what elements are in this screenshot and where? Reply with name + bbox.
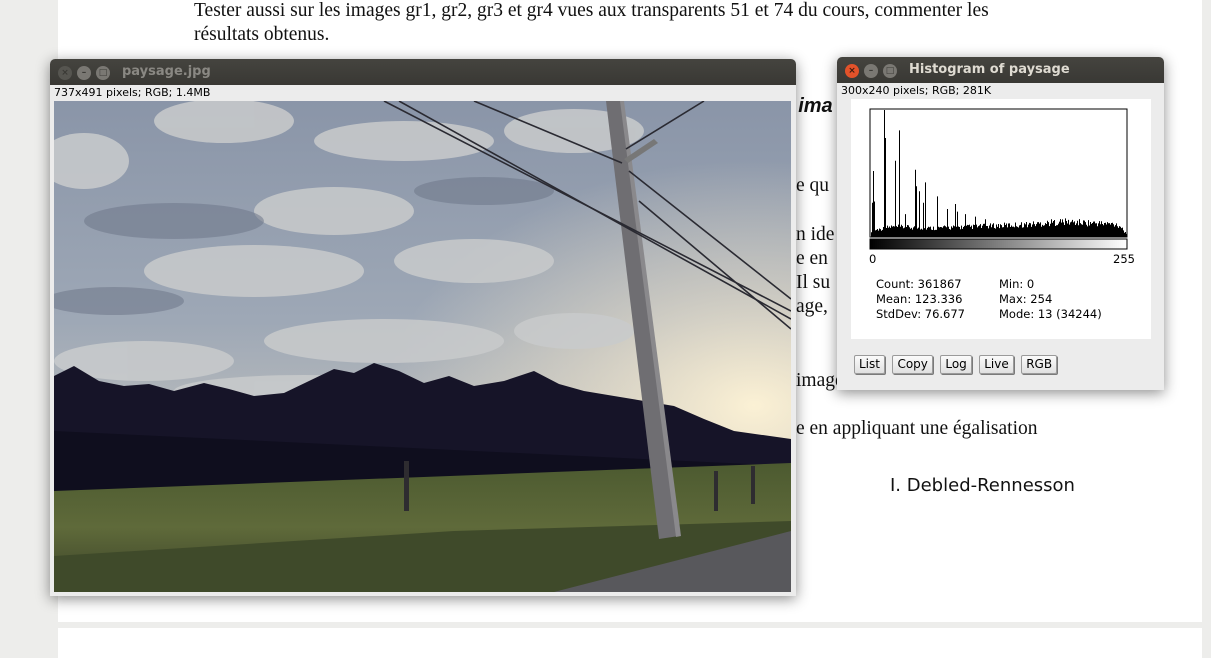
doc-fragment: Il su xyxy=(796,272,831,293)
landscape-photo-graphic xyxy=(54,101,791,592)
log-button[interactable]: Log xyxy=(940,355,972,374)
window-title: paysage.jpg xyxy=(122,64,211,79)
intensity-gradient-bar xyxy=(869,238,1128,250)
list-button[interactable]: List xyxy=(854,355,885,374)
minimize-icon[interactable]: – xyxy=(864,64,878,78)
stat-max: Max: 254 xyxy=(999,292,1053,306)
doc-signature: I. Debled-Rennesson xyxy=(890,475,1075,496)
histogram-window-titlebar[interactable]: × – □ Histogram of paysage xyxy=(837,57,1164,83)
stat-min: Min: 0 xyxy=(999,277,1035,291)
document-next-page xyxy=(58,628,1202,658)
doc-line-2: résultats obtenus. xyxy=(194,24,330,45)
copy-button[interactable]: Copy xyxy=(892,355,933,374)
doc-fragment: e en xyxy=(796,248,828,269)
maximize-icon[interactable]: □ xyxy=(96,66,110,80)
axis-max-label: 255 xyxy=(1113,252,1135,266)
stat-stddev: StdDev: 76.677 xyxy=(876,307,965,321)
window-title: Histogram of paysage xyxy=(909,62,1070,77)
doc-fragment: e qu xyxy=(796,175,830,196)
close-icon[interactable]: × xyxy=(845,64,859,78)
doc-fragment: n ide xyxy=(796,224,835,245)
doc-fragment: e en appliquant une égalisation xyxy=(796,418,1038,439)
image-info: 737x491 pixels; RGB; 1.4MB xyxy=(54,86,211,99)
landscape-photo[interactable] xyxy=(54,101,791,592)
histogram-button-row: List Copy Log Live RGB xyxy=(854,355,1060,374)
doc-line-1: Tester aussi sur les images gr1, gr2, gr… xyxy=(194,0,989,21)
close-icon[interactable]: × xyxy=(58,66,72,80)
stat-mode: Mode: 13 (34244) xyxy=(999,307,1102,321)
histogram-frame xyxy=(869,108,1128,238)
minimize-icon[interactable]: – xyxy=(77,66,91,80)
rgb-button[interactable]: RGB xyxy=(1021,355,1058,374)
stat-count: Count: 361867 xyxy=(876,277,962,291)
histogram-info: 300x240 pixels; RGB; 281K xyxy=(841,84,992,97)
live-button[interactable]: Live xyxy=(979,355,1014,374)
histogram-panel: 0 255 Count: 361867 Mean: 123.336 StdDev… xyxy=(851,99,1151,339)
stat-mean: Mean: 123.336 xyxy=(876,292,963,306)
image-window[interactable]: × – □ paysage.jpg 737x491 pixels; RGB; 1… xyxy=(50,59,796,596)
image-window-titlebar[interactable]: × – □ paysage.jpg xyxy=(50,59,796,85)
axis-min-label: 0 xyxy=(869,252,877,266)
histogram-window[interactable]: × – □ Histogram of paysage 300x240 pixel… xyxy=(837,57,1164,390)
maximize-icon[interactable]: □ xyxy=(883,64,897,78)
doc-fragment: age, xyxy=(796,296,828,317)
